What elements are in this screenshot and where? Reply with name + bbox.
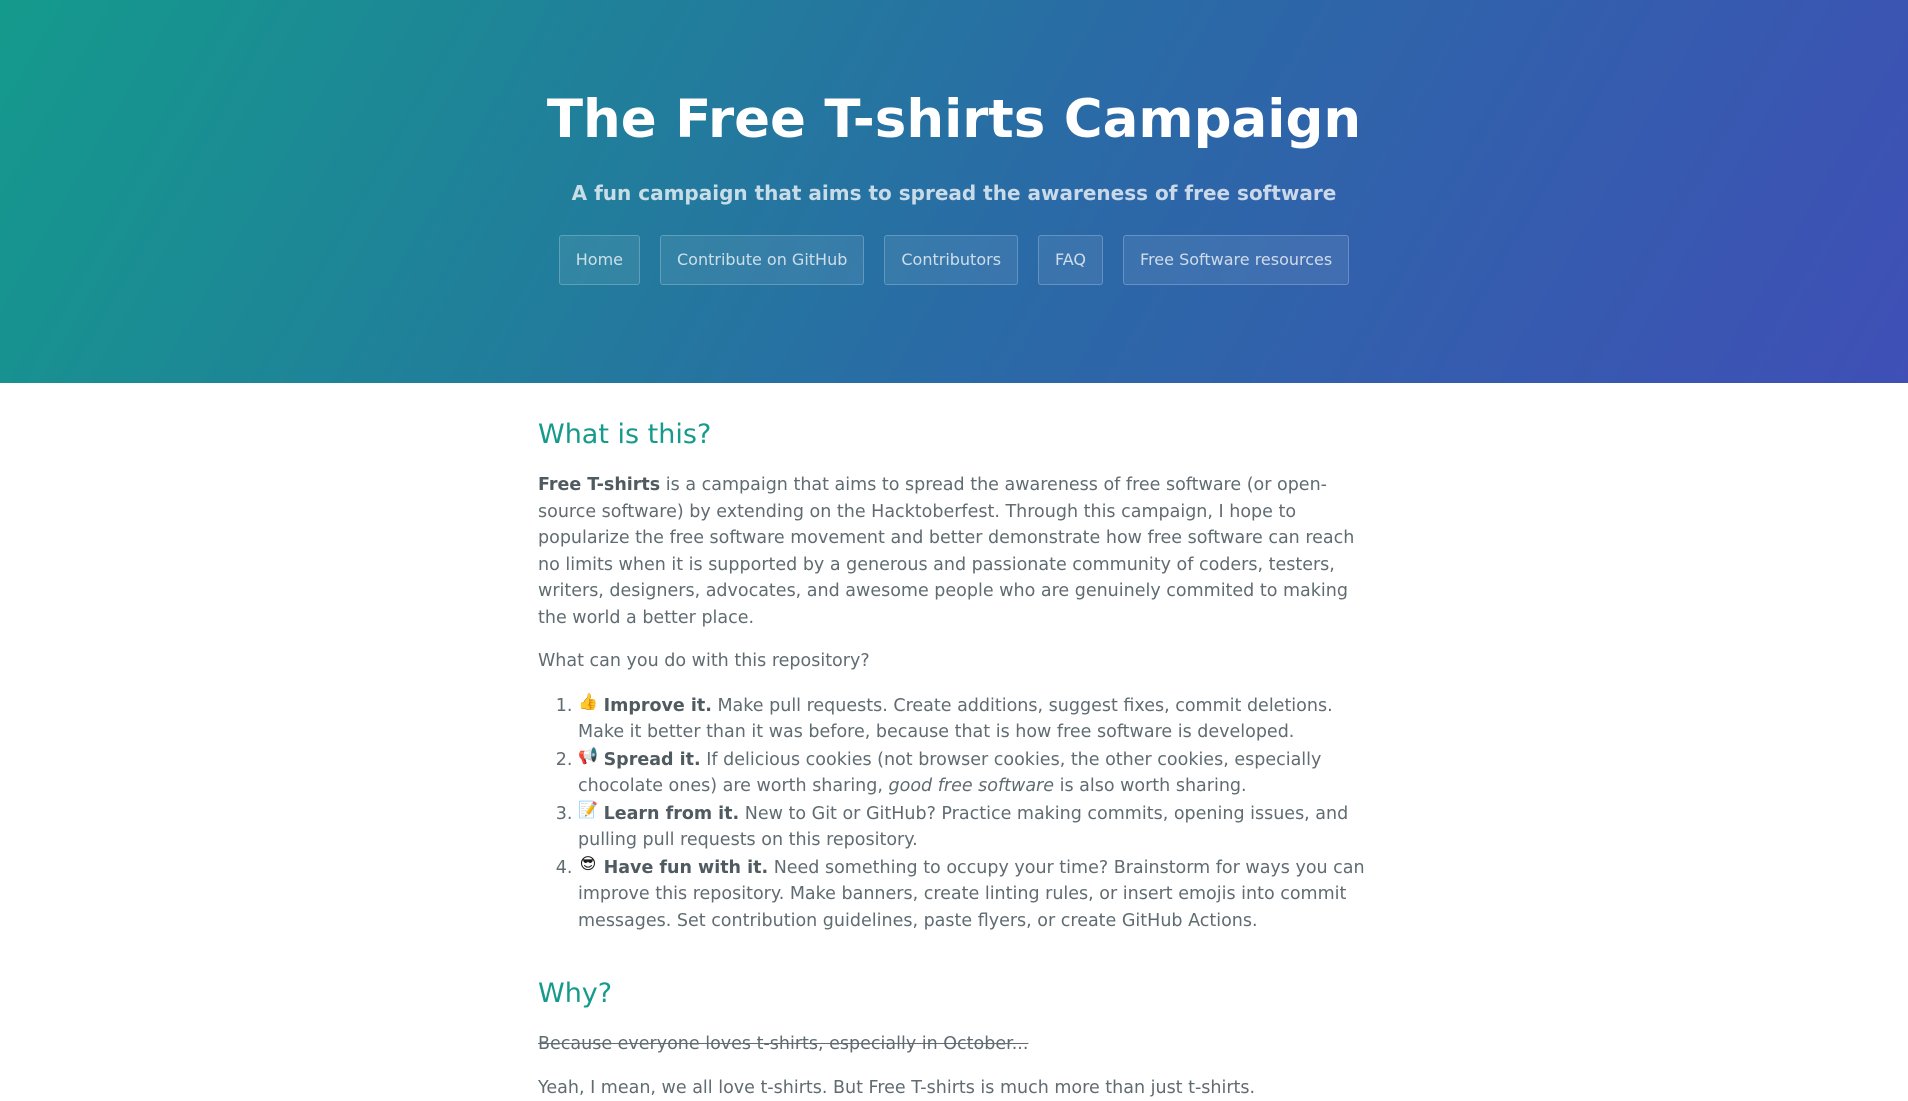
list-item-spread: 📢 Spread it. If delicious cookies (not b… [578, 746, 1376, 800]
list-item-bold: Learn from it. [604, 804, 740, 824]
list-item-bold: Have fun with it. [604, 858, 769, 878]
intro-text: is a campaign that aims to spread the aw… [538, 475, 1354, 628]
sunglasses-face-icon: 😎 [578, 854, 598, 874]
faq-button[interactable]: FAQ [1038, 235, 1103, 285]
contribute-on-github-button[interactable]: Contribute on GitHub [660, 235, 864, 285]
home-button[interactable]: Home [559, 235, 640, 285]
page-header: The Free T-shirts Campaign A fun campaig… [0, 0, 1908, 383]
list-item-improve: 👍 Improve it. Make pull requests. Create… [578, 692, 1376, 746]
repository-question: What can you do with this repository? [538, 648, 1376, 675]
header-nav: Home Contribute on GitHub Contributors F… [0, 235, 1908, 285]
free-software-resources-button[interactable]: Free Software resources [1123, 235, 1349, 285]
contributors-button[interactable]: Contributors [884, 235, 1018, 285]
why-heading: Why? [538, 975, 1376, 1013]
list-item-bold: Spread it. [604, 750, 701, 770]
megaphone-icon: 📢 [578, 746, 598, 766]
list-item-italic: good free software [889, 776, 1055, 796]
list-item-bold: Improve it. [604, 696, 712, 716]
why-answer: Yeah, I mean, we all love t-shirts. But … [538, 1075, 1376, 1101]
list-item-have-fun: 😎 Have fun with it. Need something to oc… [578, 854, 1376, 935]
project-title: The Free T-shirts Campaign [0, 88, 1908, 152]
memo-icon: 📝 [578, 800, 598, 820]
project-tagline: A fun campaign that aims to spread the a… [0, 180, 1908, 206]
list-item-learn: 📝 Learn from it. New to Git or GitHub? P… [578, 800, 1376, 854]
strikethrough-text: Because everyone loves t-shirts, especia… [538, 1031, 1376, 1058]
intro-bold: Free T-shirts [538, 475, 660, 495]
list-item-text-after: is also worth sharing. [1054, 776, 1247, 796]
what-is-this-heading: What is this? [538, 416, 1376, 454]
main-content: What is this? Free T-shirts is a campaig… [538, 383, 1376, 1101]
thumbs-up-icon: 👍 [578, 692, 598, 712]
intro-paragraph: Free T-shirts is a campaign that aims to… [538, 472, 1376, 631]
actions-list: 👍 Improve it. Make pull requests. Create… [538, 692, 1376, 935]
